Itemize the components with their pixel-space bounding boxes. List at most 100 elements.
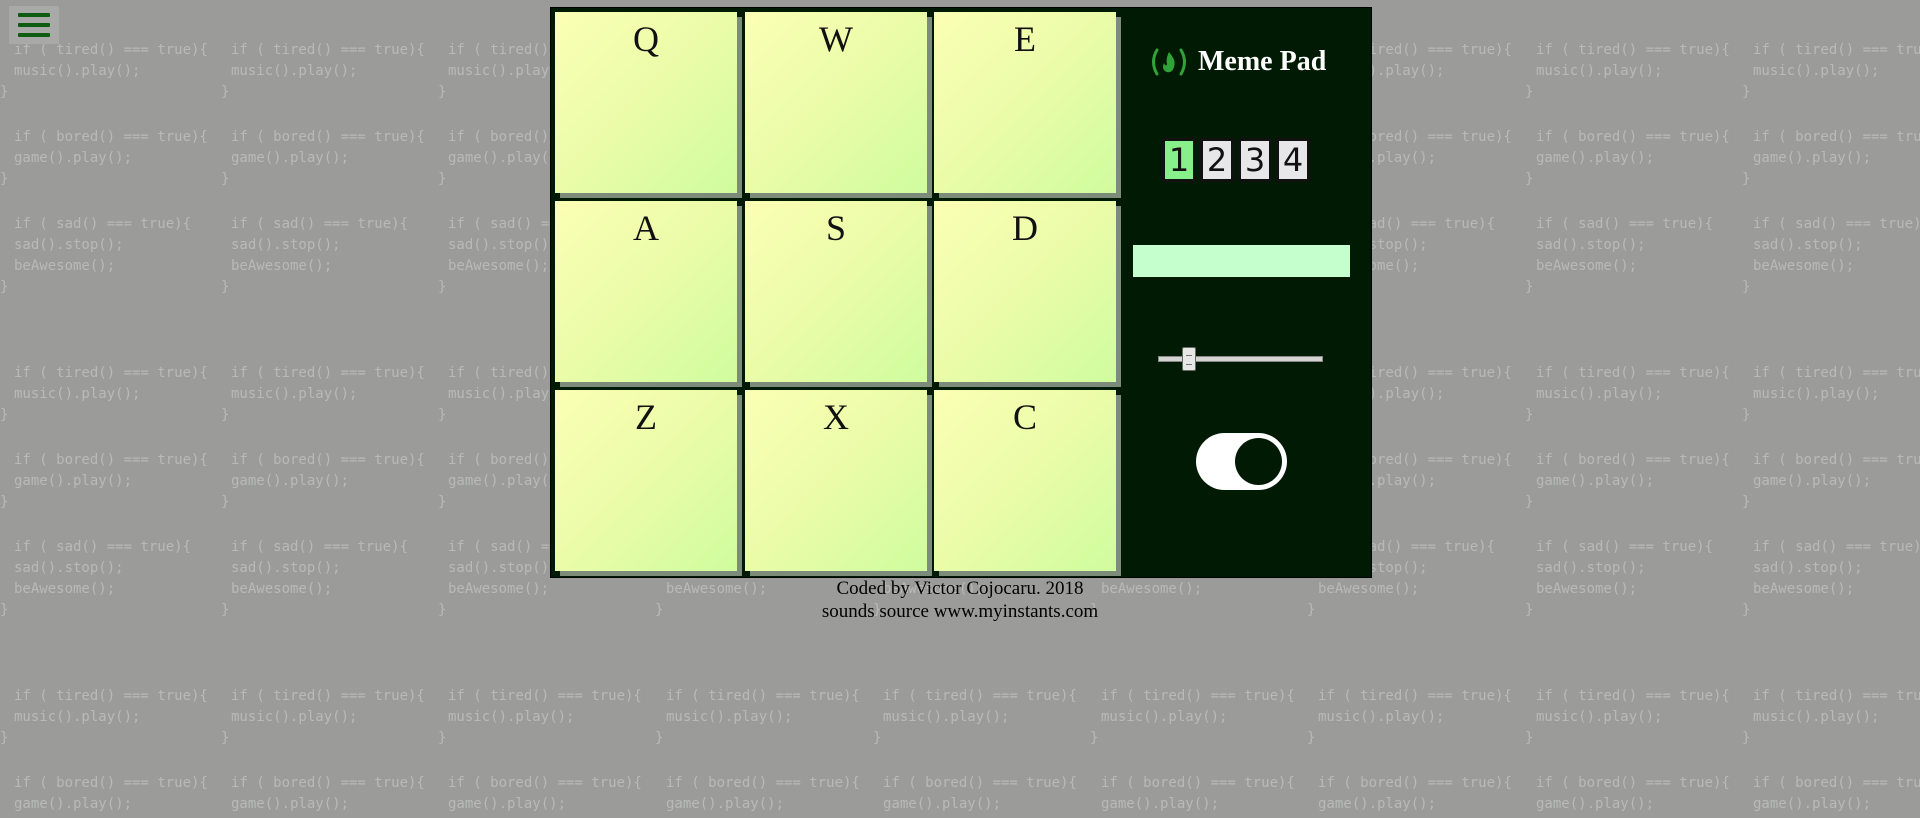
- background-code-line: }: [1742, 494, 1751, 510]
- background-code-line: }: [1525, 279, 1534, 295]
- background-code-line: music().play();: [1101, 709, 1228, 725]
- drum-pad-q[interactable]: Q: [555, 12, 737, 193]
- background-code-line: }: [221, 730, 230, 746]
- background-code-line: if ( sad() === true){: [1753, 216, 1920, 232]
- background-code-line: if ( tired() === true){: [1318, 688, 1512, 704]
- background-code-line: }: [873, 730, 882, 746]
- drum-pad-s[interactable]: S: [745, 201, 927, 382]
- background-code-line: if ( bored() === true){: [1318, 775, 1512, 791]
- background-code-line: }: [0, 279, 9, 295]
- background-code-line: }: [1307, 602, 1316, 618]
- background-code-line: if ( bored() === true){: [231, 775, 425, 791]
- bank-button-3[interactable]: 3: [1238, 138, 1272, 182]
- bank-button-1[interactable]: 1: [1162, 138, 1196, 182]
- background-code-line: beAwesome();: [1536, 581, 1638, 597]
- background-code-line: }: [0, 494, 9, 510]
- background-code-line: if ( tired() === true){: [1536, 365, 1730, 381]
- background-code-line: game().play();: [231, 473, 350, 489]
- background-code-line: }: [1742, 602, 1751, 618]
- background-code-line: game().play();: [448, 473, 567, 489]
- bank-button-2[interactable]: 2: [1200, 138, 1234, 182]
- background-code-line: if ( sad() === true){: [1536, 216, 1714, 232]
- background-code-line: if ( bored() === true){: [883, 775, 1077, 791]
- background-code-line: beAwesome();: [1318, 581, 1420, 597]
- background-code-line: }: [0, 84, 9, 100]
- background-code-line: }: [1525, 730, 1534, 746]
- drum-pad-z[interactable]: Z: [555, 390, 737, 571]
- drum-pad-label: Q: [633, 19, 659, 59]
- bank-button-4[interactable]: 4: [1276, 138, 1310, 182]
- background-code-line: sad().stop();: [1753, 560, 1863, 576]
- background-code-line: if ( sad() === true){: [14, 216, 192, 232]
- volume-slider[interactable]: [1158, 347, 1323, 371]
- drum-pad-label: A: [633, 208, 659, 248]
- background-code-line: sad().stop();: [1753, 237, 1863, 253]
- background-code-line: }: [0, 407, 9, 423]
- drum-pad-x[interactable]: X: [745, 390, 927, 571]
- background-code-line: music().play();: [448, 709, 575, 725]
- background-code-line: if ( tired() === true){: [1101, 688, 1295, 704]
- background-code-line: game().play();: [1536, 150, 1655, 166]
- background-code-line: if ( bored() === true){: [14, 452, 208, 468]
- background-code-line: if ( bored() === true){: [448, 775, 642, 791]
- drum-pad-label: X: [823, 397, 849, 437]
- background-code-line: beAwesome();: [1753, 258, 1855, 274]
- background-code-line: beAwesome();: [231, 258, 333, 274]
- background-code-line: }: [1090, 730, 1099, 746]
- background-code-line: }: [438, 494, 447, 510]
- background-code-line: }: [221, 171, 230, 187]
- background-code-line: sad().stop();: [448, 560, 558, 576]
- background-code-line: if ( bored() === true){: [1536, 129, 1730, 145]
- background-code-line: if ( bored() === true){: [1101, 775, 1295, 791]
- background-code-line: }: [221, 84, 230, 100]
- background-code-line: if ( tired() === true){: [448, 688, 642, 704]
- background-code-line: }: [438, 602, 447, 618]
- background-code-line: music().play();: [1536, 709, 1663, 725]
- volume-slider-thumb[interactable]: [1182, 347, 1196, 371]
- background-code-line: }: [0, 730, 9, 746]
- background-code-line: }: [655, 602, 664, 618]
- power-toggle[interactable]: [1196, 433, 1287, 490]
- background-code-line: if ( tired() === true){: [231, 688, 425, 704]
- sound-display: [1133, 245, 1350, 277]
- background-code-line: sad().stop();: [448, 237, 558, 253]
- background-code-line: if ( sad() === true){: [1753, 539, 1920, 555]
- background-code-line: beAwesome();: [231, 581, 333, 597]
- background-code-line: if ( tired() === true){: [231, 365, 425, 381]
- background-code-line: if ( bored() === true){: [14, 775, 208, 791]
- background-code-line: }: [438, 279, 447, 295]
- background-code-line: if ( tired() === true){: [666, 688, 860, 704]
- background-code-line: sad().stop();: [14, 560, 124, 576]
- freecodecamp-fire-icon: [1152, 48, 1186, 76]
- drum-pad-w[interactable]: W: [745, 12, 927, 193]
- background-code-line: sad().stop();: [1536, 237, 1646, 253]
- background-code-line: music().play();: [231, 63, 358, 79]
- background-code-line: game().play();: [1318, 796, 1437, 812]
- background-code-line: if ( tired() === true){: [1753, 365, 1920, 381]
- background-code-line: game().play();: [14, 473, 133, 489]
- background-code-line: game().play();: [1536, 473, 1655, 489]
- background-code-line: game().play();: [1753, 150, 1872, 166]
- background-code-line: game().play();: [231, 150, 350, 166]
- background-code-line: music().play();: [14, 709, 141, 725]
- drum-pad-c[interactable]: C: [934, 390, 1116, 571]
- footer-credits: Coded by Victor Cojocaru. 2018 sounds so…: [760, 577, 1160, 623]
- power-toggle-knob: [1235, 438, 1282, 485]
- background-code-line: music().play();: [883, 709, 1010, 725]
- drum-pad-a[interactable]: A: [555, 201, 737, 382]
- drum-pad-d[interactable]: D: [934, 201, 1116, 382]
- background-code-line: if ( bored() === true){: [1753, 452, 1920, 468]
- background-code-line: beAwesome();: [14, 581, 116, 597]
- background-code-line: if ( bored() === true){: [666, 775, 860, 791]
- background-code-line: }: [1525, 407, 1534, 423]
- background-code-line: if ( bored() === true){: [1536, 452, 1730, 468]
- background-code-line: if ( tired() === true){: [14, 365, 208, 381]
- background-code-line: }: [1742, 171, 1751, 187]
- background-code-line: if ( tired() === true){: [231, 42, 425, 58]
- background-code-line: music().play();: [1753, 386, 1880, 402]
- background-code-line: }: [655, 730, 664, 746]
- background-code-line: if ( tired() === true){: [1753, 42, 1920, 58]
- hamburger-menu-icon[interactable]: [9, 6, 59, 44]
- background-code-line: }: [221, 494, 230, 510]
- drum-pad-e[interactable]: E: [934, 12, 1116, 193]
